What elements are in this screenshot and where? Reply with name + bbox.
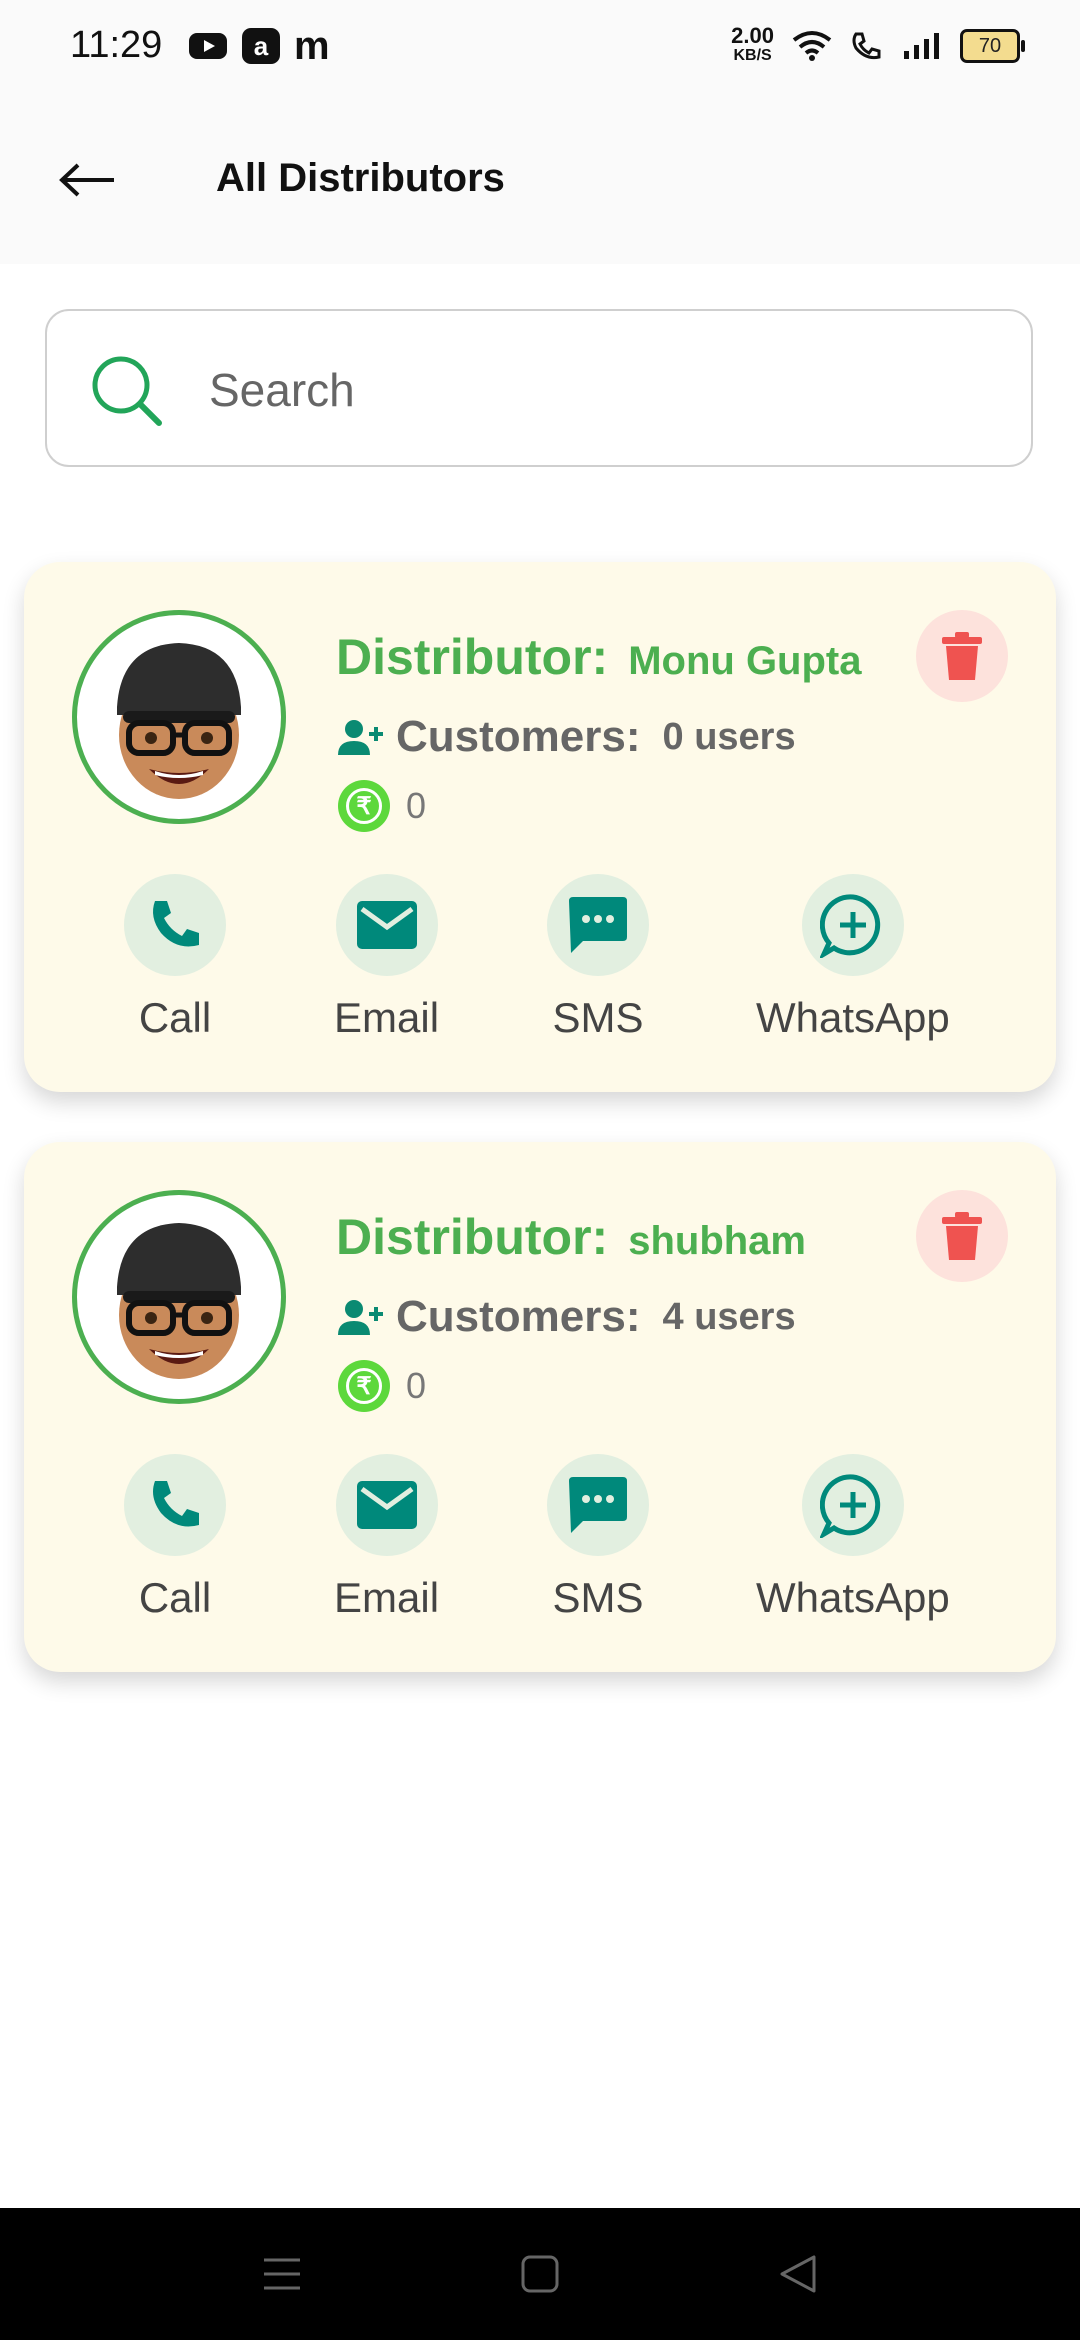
home-square-icon [521, 2255, 559, 2293]
back-nav-button[interactable] [768, 2244, 828, 2304]
trash-icon [942, 1212, 982, 1260]
sms-button[interactable]: SMS [547, 1454, 649, 1622]
call-label: Call [138, 1574, 212, 1621]
sms-icon-circle [547, 1454, 649, 1556]
distributor-label: Distributor: [336, 1209, 609, 1265]
distributor-name: shubham [628, 1219, 806, 1263]
app-a-icon: a [242, 28, 280, 64]
distributor-title: Distributor: shubham [336, 1208, 806, 1266]
email-icon-circle [335, 1454, 438, 1556]
whatsapp-icon-circle [801, 874, 904, 976]
wifi-icon [792, 31, 832, 61]
add-person-icon [338, 720, 383, 755]
avatar [72, 1190, 286, 1404]
whatsapp-icon-circle [801, 1454, 904, 1556]
arrow-left-icon [59, 163, 114, 197]
customers-label: Customers: [396, 712, 641, 761]
search-input[interactable] [207, 351, 991, 429]
back-button[interactable] [48, 144, 128, 216]
page-title: All Distributors [216, 156, 505, 200]
whatsapp-button[interactable]: WhatsApp [756, 874, 950, 1042]
call-icon-circle [124, 874, 226, 976]
sms-button[interactable]: SMS [547, 874, 649, 1042]
add-person-icon [338, 1300, 383, 1335]
net-speed-unit: KB/S [733, 47, 772, 64]
status-app-icons: a m [188, 24, 330, 68]
net-speed: 2.00 KB/S [731, 23, 774, 66]
customers-label: Customers: [396, 1292, 641, 1341]
mail-icon [356, 901, 417, 949]
delete-button[interactable] [916, 610, 1008, 702]
back-triangle-icon [780, 2255, 816, 2293]
status-system-icons: 2.00 KB/S 70 [731, 23, 1025, 66]
chat-bubble-icon [569, 897, 627, 953]
customers-row: Customers: 4 users [336, 1292, 796, 1342]
customers-count: 0 users [662, 715, 796, 758]
email-icon-circle [335, 874, 438, 976]
distributor-card[interactable]: Distributor: Monu Gupta Customers: 0 use… [24, 562, 1056, 1092]
customers-row: Customers: 0 users [336, 712, 796, 762]
distributor-label: Distributor: [336, 629, 609, 685]
distributor-name: Monu Gupta [628, 639, 862, 683]
menu-lines-icon [264, 2258, 300, 2290]
whatsapp-label: WhatsApp [756, 994, 950, 1041]
app-header: All Distributors [0, 96, 1080, 264]
wifi-call-icon [852, 32, 881, 60]
net-speed-value: 2.00 [731, 23, 774, 48]
whatsapp-button[interactable]: WhatsApp [756, 1454, 950, 1622]
contact-actions: Call Email SMS WhatsApp [24, 1454, 1056, 1634]
customers-count: 4 users [662, 1295, 796, 1338]
rupee-icon: ₹ [338, 1360, 390, 1412]
memoji-avatar-icon [117, 1223, 241, 1379]
battery-icon: 70 [960, 29, 1025, 63]
chat-bubble-icon [569, 1477, 627, 1533]
sms-label: SMS [552, 994, 644, 1041]
call-button[interactable]: Call [124, 874, 226, 1042]
app-m-icon: m [294, 24, 330, 68]
search-icon [92, 356, 162, 426]
recents-button[interactable] [252, 2244, 312, 2304]
youtube-icon [189, 33, 227, 59]
email-label: Email [334, 994, 440, 1041]
sms-icon-circle [547, 874, 649, 976]
balance-row: ₹ 0 [338, 780, 426, 832]
phone-icon [153, 901, 199, 947]
email-button[interactable]: Email [334, 1454, 439, 1622]
home-button[interactable] [510, 2244, 570, 2304]
distributor-card[interactable]: Distributor: shubham Customers: 4 users … [24, 1142, 1056, 1672]
search-box[interactable] [45, 309, 1033, 467]
balance-row: ₹ 0 [338, 1360, 426, 1412]
mail-icon [356, 1481, 417, 1529]
phone-icon [153, 1481, 199, 1527]
balance-value: 0 [406, 1365, 427, 1406]
call-label: Call [138, 994, 212, 1041]
signal-icon [904, 33, 939, 59]
call-button[interactable]: Call [124, 1454, 226, 1622]
status-time: 11:29 [70, 24, 163, 66]
email-button[interactable]: Email [334, 874, 439, 1042]
delete-button[interactable] [916, 1190, 1008, 1282]
whatsapp-add-icon [819, 1474, 881, 1538]
avatar [72, 610, 286, 824]
sms-label: SMS [552, 1574, 644, 1621]
contact-actions: Call Email SMS WhatsApp [24, 874, 1056, 1054]
trash-icon [942, 632, 982, 680]
call-icon-circle [124, 1454, 226, 1556]
whatsapp-label: WhatsApp [756, 1574, 950, 1621]
distributor-title: Distributor: Monu Gupta [336, 628, 861, 686]
rupee-icon: ₹ [338, 780, 390, 832]
whatsapp-add-icon [819, 894, 881, 958]
balance-value: 0 [406, 785, 427, 826]
email-label: Email [334, 1574, 440, 1621]
system-nav-bar [0, 2208, 1080, 2340]
memoji-avatar-icon [117, 643, 241, 799]
status-bar: 11:29 a m 2.00 KB/S 70 [0, 0, 1080, 96]
